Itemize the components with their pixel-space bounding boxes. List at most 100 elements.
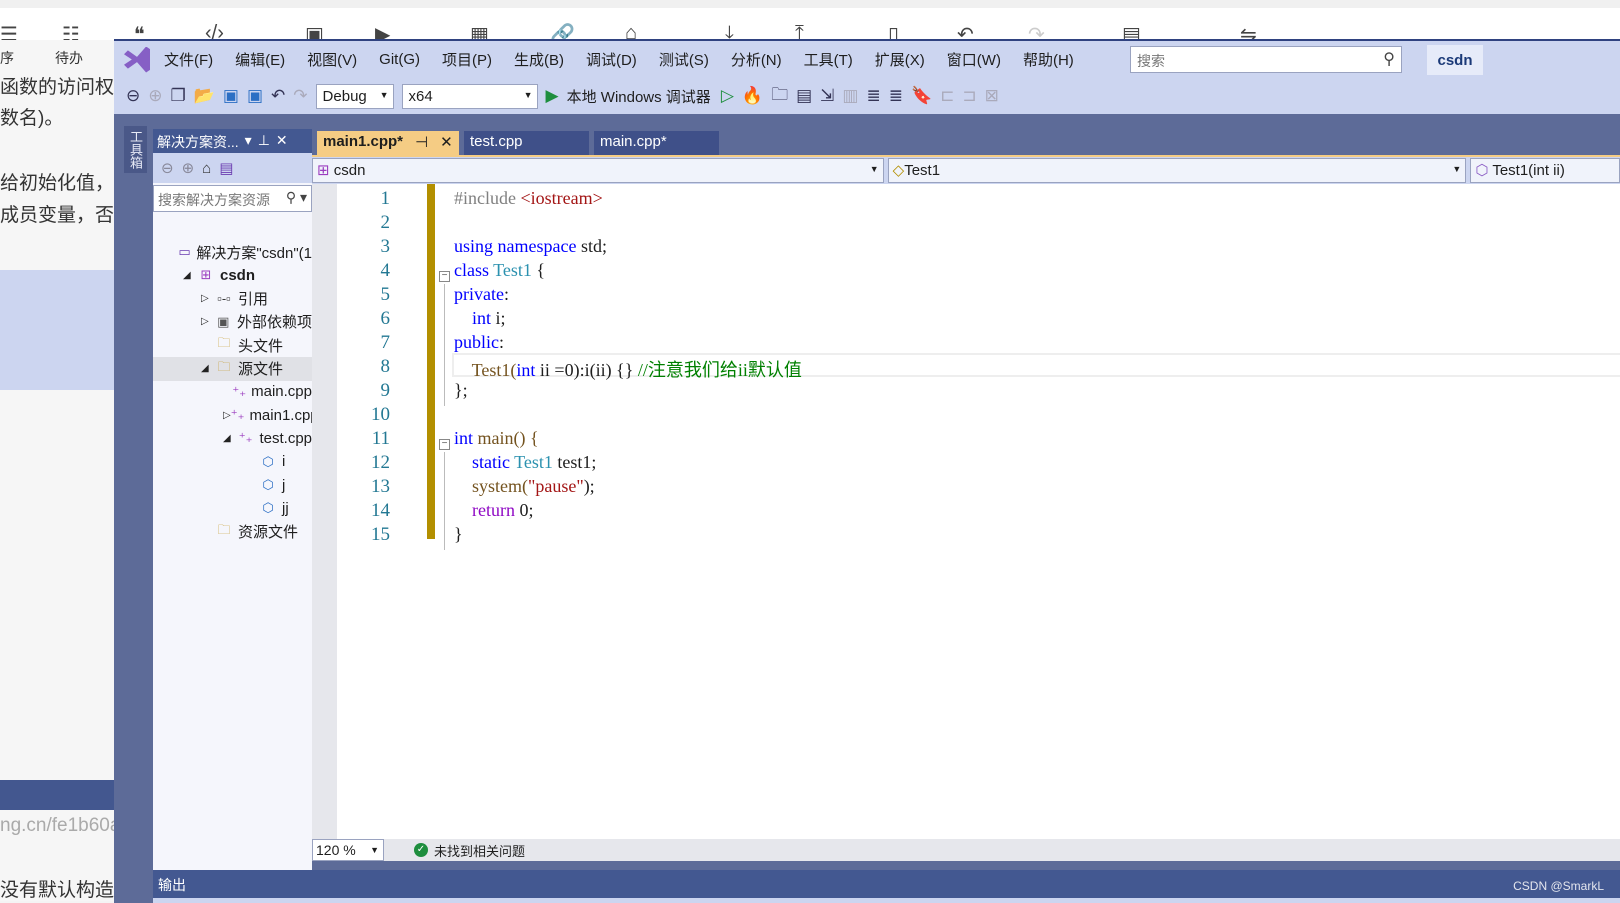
tree-item[interactable]: 🗀 资源文件 <box>153 520 312 544</box>
expanded-arrow-icon[interactable]: ◢ <box>223 433 237 444</box>
expanded-arrow-icon[interactable]: ◢ <box>201 363 215 374</box>
project-dropdown[interactable]: ⊞ csdn ▼ <box>312 158 884 183</box>
issues-indicator[interactable]: ✓ 未找到相关问题 <box>414 841 525 860</box>
menu-window[interactable]: 窗口(W) <box>947 49 1001 70</box>
code-line[interactable]: return 0; <box>454 500 534 521</box>
configuration-select[interactable]: Debug ▼ <box>315 83 394 109</box>
menu-build[interactable]: 生成(B) <box>514 49 564 70</box>
expanded-arrow-icon[interactable]: ◢ <box>183 270 197 281</box>
uncomment-icon[interactable]: ▥ <box>842 86 858 106</box>
indent-icon[interactable]: ≣ <box>866 86 880 106</box>
window-layout-icon[interactable]: ▤ <box>796 86 812 106</box>
play-icon[interactable]: ▶ <box>546 86 559 106</box>
code-line[interactable]: int main() { <box>454 428 539 449</box>
redo-icon[interactable]: ↷ <box>293 86 307 106</box>
hot-reload-icon[interactable]: 🔥 <box>742 86 763 106</box>
tab-test-cpp[interactable]: test.cpp <box>464 131 589 155</box>
tree-item[interactable]: ▷ ⁺₊ main1.cpp <box>153 403 312 427</box>
tree-item[interactable]: ▷ ▫-▫ 引用 <box>153 287 312 311</box>
collapsed-arrow-icon[interactable]: ▷ <box>201 316 215 327</box>
tree-item[interactable]: ⁺₊ main.cpp <box>153 380 312 404</box>
back-icon[interactable]: ⊖ <box>126 86 140 106</box>
code-line[interactable]: Test1(int ii =0):i(ii) {} //注意我们给ii默认值 <box>454 356 802 382</box>
menu-file[interactable]: 文件(F) <box>164 49 213 70</box>
code-line[interactable]: int i; <box>454 308 506 329</box>
tree-item[interactable]: ◢ 🗀 源文件 <box>153 356 312 381</box>
start-without-debugging-icon[interactable]: ▷ <box>721 86 734 106</box>
code-line[interactable]: } <box>454 524 463 545</box>
tree-item[interactable]: ◢ ⊞ csdn <box>153 263 312 287</box>
bookmark-icon[interactable]: 🔖 <box>911 86 932 106</box>
member-dropdown[interactable]: ⬡ Test1(int ii) <box>1470 158 1620 183</box>
collapsed-arrow-icon[interactable]: ▷ <box>201 293 215 304</box>
scope-dropdown[interactable]: ◇Test1 ▼ <box>887 158 1467 183</box>
code-line[interactable]: static Test1 test1; <box>454 452 596 473</box>
menu-analyze[interactable]: 分析(N) <box>731 49 782 70</box>
platform-select[interactable]: x64 ▼ <box>401 83 538 109</box>
collapsed-arrow-icon[interactable]: ▷ <box>223 410 231 421</box>
tree-item[interactable]: ◢ ⁺₊ test.cpp <box>153 426 312 450</box>
close-icon[interactable]: ✕ <box>276 132 288 150</box>
next-bookmark-icon[interactable]: ⊐ <box>962 86 976 106</box>
menu-help[interactable]: 帮助(H) <box>1023 49 1074 70</box>
code-line[interactable]: #include <iostream> <box>454 188 603 209</box>
open-folder-icon[interactable]: 📂 <box>194 86 215 106</box>
menu-extensions[interactable]: 扩展(X) <box>875 49 925 70</box>
home-icon[interactable]: ⌂ <box>202 160 211 177</box>
code-line[interactable]: private: <box>454 284 509 305</box>
find-in-files-icon[interactable]: 🗀 <box>771 82 788 111</box>
code-line[interactable]: system("pause"); <box>454 476 595 497</box>
output-panel-header[interactable]: 输出 <box>153 870 1620 898</box>
tree-item[interactable]: ▷ ▣ 外部依赖项 <box>153 310 312 334</box>
prev-bookmark-icon[interactable]: ⊏ <box>940 86 954 106</box>
tree-item[interactable]: ⬡ i <box>153 450 312 474</box>
collapse-icon[interactable]: − <box>439 271 450 282</box>
forward-icon[interactable]: ⊕ <box>182 159 195 177</box>
tree-item[interactable]: 🗀 头文件 <box>153 333 312 357</box>
menu-git[interactable]: Git(G) <box>379 51 420 68</box>
tree-item[interactable]: ⬡ jj <box>153 496 312 520</box>
forward-icon[interactable]: ⊕ <box>148 86 162 106</box>
tab-main-cpp[interactable]: main.cpp* <box>594 131 719 155</box>
line-number: 5 <box>380 284 391 305</box>
menu-edit[interactable]: 编辑(E) <box>235 49 285 70</box>
menu-test[interactable]: 测试(S) <box>659 49 709 70</box>
clear-bookmarks-icon[interactable]: ⊠ <box>985 86 999 106</box>
search-icon: ⚲ <box>1383 51 1395 68</box>
code-line[interactable]: using namespace std; <box>454 236 607 257</box>
collapse-icon[interactable]: − <box>439 439 450 450</box>
switch-views-icon[interactable]: ▤ <box>219 159 233 177</box>
save-all-icon[interactable]: ▣ <box>247 86 263 106</box>
tab-main1-cpp[interactable]: main1.cpp* ⊣ ✕ <box>317 131 459 155</box>
close-icon[interactable]: ✕ <box>440 133 453 153</box>
pin-icon[interactable]: ⊣ <box>415 133 428 153</box>
zoom-dropdown[interactable]: 120 % ▼ <box>312 839 384 861</box>
code-token: { <box>536 260 546 280</box>
code-editor[interactable]: − − 1 #include <iostream> 2 3 using namespac… <box>312 184 1620 839</box>
pin-icon[interactable]: ⊥ <box>258 132 270 150</box>
save-icon[interactable]: ▣ <box>223 86 239 106</box>
line-number: 7 <box>380 332 391 353</box>
toolbox-tab[interactable]: 工具箱 <box>124 126 147 173</box>
class-icon: ◇ <box>892 162 905 179</box>
code-line[interactable]: class Test1 { <box>454 260 545 281</box>
step-icon[interactable]: ⇲ <box>820 86 834 106</box>
solution-name-badge[interactable]: csdn <box>1427 45 1483 75</box>
chevron-down-icon[interactable]: ▾ <box>245 132 252 150</box>
menu-project[interactable]: 项目(P) <box>442 49 492 70</box>
menu-view[interactable]: 视图(V) <box>307 49 357 70</box>
code-line[interactable]: }; <box>454 380 468 401</box>
code-line[interactable]: public: <box>454 332 504 353</box>
tree-item[interactable]: ⬡ j <box>153 473 312 497</box>
back-icon[interactable]: ⊖ <box>161 159 174 177</box>
solution-search-input[interactable]: 搜索解决方案资源 ⚲ ▾ <box>153 185 312 212</box>
start-debugger-button[interactable]: 本地 Windows 调试器 <box>567 86 711 107</box>
standard-toolbar: ⊖ ⊕ ❐ 📂 ▣ ▣ ↶ ↷ Debug ▼ x64 ▼ ▶ 本地 Windows… <box>114 78 1620 114</box>
menu-tools[interactable]: 工具(T) <box>804 49 853 70</box>
undo-icon[interactable]: ↶ <box>271 86 285 106</box>
search-input[interactable]: 搜索 ⚲ <box>1130 46 1402 73</box>
tree-item[interactable]: ▭ 解决方案"csdn"(1 <box>153 240 312 264</box>
new-project-icon[interactable]: ❐ <box>171 86 186 106</box>
outdent-icon[interactable]: ≣ <box>889 86 903 106</box>
menu-debug[interactable]: 调试(D) <box>586 49 637 70</box>
